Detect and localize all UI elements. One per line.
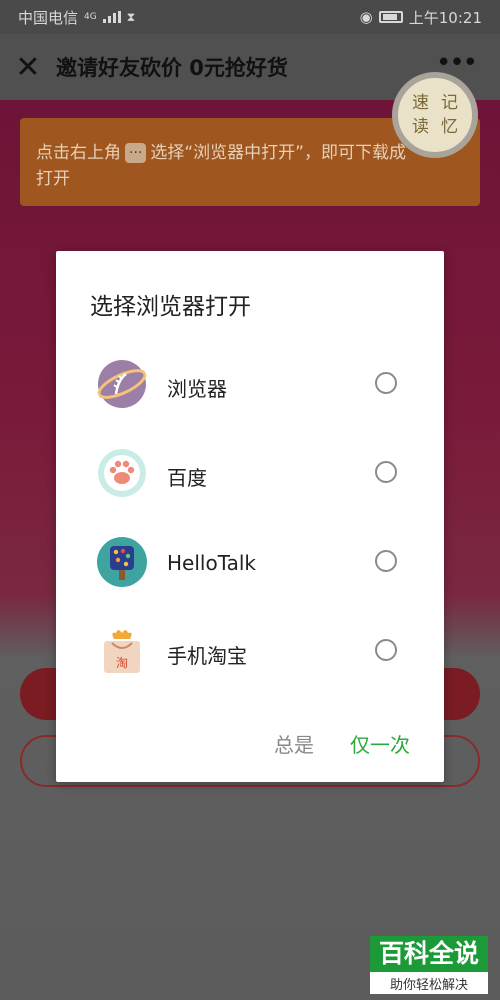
badge-char-3: 读 bbox=[412, 117, 429, 137]
hint-text-line2: 打开 bbox=[36, 169, 70, 189]
watermark-title: 百科全说 bbox=[370, 936, 488, 972]
watermark-logo: 百科全说 助你轻松解决 bbox=[370, 936, 488, 994]
hellotalk-tree-icon bbox=[96, 536, 148, 588]
radio-button[interactable] bbox=[375, 461, 397, 483]
hint-text-after: 选择“浏览器中打开”，即可下载成 bbox=[150, 143, 406, 163]
battery-icon bbox=[378, 11, 403, 23]
option-taobao[interactable]: 淘 手机淘宝 bbox=[56, 614, 444, 692]
close-icon[interactable]: ✕ bbox=[0, 34, 56, 100]
taobao-bag-icon: 淘 bbox=[96, 625, 148, 677]
baidu-paw-icon bbox=[96, 447, 148, 499]
always-button[interactable]: 总是 bbox=[274, 729, 314, 758]
radio-button[interactable] bbox=[375, 639, 397, 661]
just-once-button[interactable]: 仅一次 bbox=[350, 729, 410, 758]
radio-button[interactable] bbox=[375, 550, 397, 572]
signal-icon bbox=[102, 11, 121, 23]
badge-char-2: 记 bbox=[441, 93, 458, 113]
option-label: HelloTalk bbox=[167, 551, 256, 575]
status-bar: 中国电信 4G ⧗ ◉ 上午10:21 bbox=[0, 0, 500, 34]
status-right: ◉ 上午10:21 bbox=[360, 7, 482, 28]
network-label: 4G bbox=[84, 12, 97, 22]
hint-text-before: 点击右上角 bbox=[36, 143, 121, 163]
more-dots-icon: ··· bbox=[125, 143, 147, 163]
browser-chooser-dialog: 选择浏览器打开 浏览器 百度 HelloTalk 淘 手机淘宝 总是 仅一次 bbox=[56, 251, 444, 782]
option-browser[interactable]: 浏览器 bbox=[56, 347, 444, 425]
option-hellotalk[interactable]: HelloTalk bbox=[56, 525, 444, 603]
option-label: 浏览器 bbox=[167, 377, 227, 401]
option-baidu[interactable]: 百度 bbox=[56, 436, 444, 514]
badge-char-4: 忆 bbox=[441, 117, 458, 137]
carrier-label: 中国电信 bbox=[18, 8, 79, 27]
planet-browser-icon bbox=[96, 358, 148, 410]
speed-read-badge[interactable]: 速 记 读 忆 bbox=[392, 72, 478, 158]
clock-label: 上午10:21 bbox=[408, 8, 482, 27]
option-label: 百度 bbox=[167, 466, 207, 490]
radio-button[interactable] bbox=[375, 372, 397, 394]
option-label: 手机淘宝 bbox=[167, 644, 247, 668]
dialog-actions: 总是 仅一次 bbox=[274, 729, 410, 758]
dialog-title: 选择浏览器打开 bbox=[90, 294, 251, 320]
badge-char-1: 速 bbox=[412, 93, 429, 113]
page-title: 邀请好友砍价 0元抢好货 bbox=[56, 56, 288, 80]
watermark-subtitle: 助你轻松解决 bbox=[389, 978, 468, 993]
svg-text:淘: 淘 bbox=[116, 656, 128, 670]
hourglass-icon: ⧗ bbox=[126, 9, 136, 24]
status-left: 中国电信 4G ⧗ bbox=[18, 7, 135, 28]
eye-icon: ◉ bbox=[359, 8, 373, 26]
